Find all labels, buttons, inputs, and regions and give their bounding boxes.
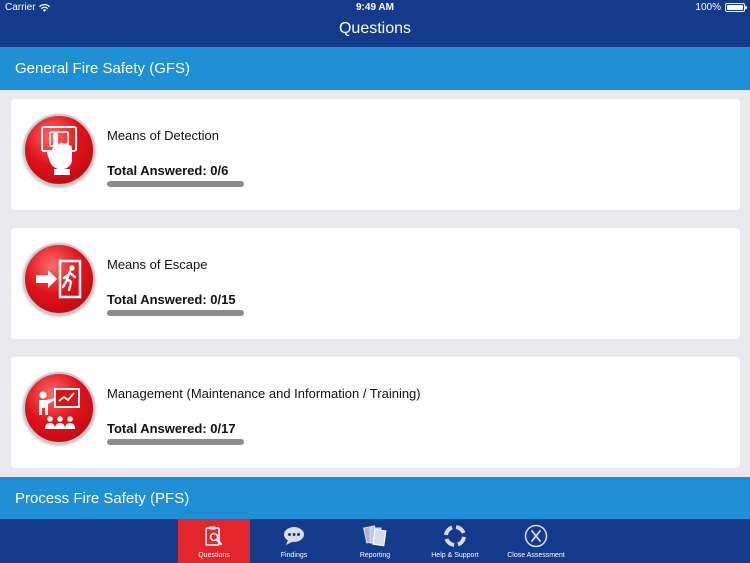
- management-icon: [23, 372, 95, 444]
- tab-label: Questions: [198, 552, 230, 559]
- section-header-gfs: General Fire Safety (GFS): [0, 47, 750, 90]
- card-total-answered: Total Answered: 0/17: [107, 421, 236, 436]
- detection-icon: [23, 114, 95, 186]
- card-title: Management (Maintenance and Information …: [107, 386, 421, 401]
- card-total-answered: Total Answered: 0/15: [107, 292, 236, 307]
- tab-close-assessment[interactable]: Close Assessment: [500, 519, 572, 563]
- tab-help-support[interactable]: Help & Support: [419, 519, 491, 563]
- question-card-escape[interactable]: Means of Escape Total Answered: 0/15: [11, 228, 740, 339]
- page-title: Questions: [338, 20, 412, 37]
- card-total-answered: Total Answered: 0/6: [107, 163, 229, 178]
- battery-percent: 100%: [695, 2, 721, 13]
- tab-reporting[interactable]: Reporting: [339, 519, 411, 563]
- reporting-icon: [363, 524, 387, 548]
- progress-bar: [107, 439, 244, 445]
- help-icon: [443, 524, 467, 548]
- questions-icon: [202, 524, 226, 548]
- close-icon: [524, 524, 548, 548]
- card-title: Means of Detection: [107, 128, 220, 143]
- battery-icon: [725, 3, 747, 12]
- findings-icon: [282, 524, 306, 548]
- tab-bar: Questions Findings Reporting Help & Supp…: [0, 519, 750, 563]
- status-time: 9:49 AM: [356, 2, 394, 13]
- section-header-pfs: Process Fire Safety (PFS): [0, 477, 750, 519]
- progress-bar: [107, 181, 244, 187]
- card-title: Means of Escape: [107, 257, 208, 272]
- tab-label: Help & Support: [431, 552, 479, 559]
- tab-questions[interactable]: Questions: [178, 519, 250, 563]
- status-right: 100%: [695, 2, 747, 13]
- tab-label: Close Assessment: [507, 552, 565, 559]
- question-card-detection[interactable]: Means of Detection Total Answered: 0/6: [11, 99, 740, 210]
- navigation-bar: Carrier 9:49 AM 100% Questions: [0, 0, 750, 47]
- tab-label: Findings: [280, 552, 308, 559]
- status-bar: Carrier 9:49 AM 100%: [0, 0, 750, 16]
- escape-icon: [23, 243, 95, 315]
- progress-bar: [107, 310, 244, 316]
- tab-findings[interactable]: Findings: [258, 519, 330, 563]
- tab-label: Reporting: [359, 552, 391, 559]
- question-card-management[interactable]: Management (Maintenance and Information …: [11, 357, 740, 468]
